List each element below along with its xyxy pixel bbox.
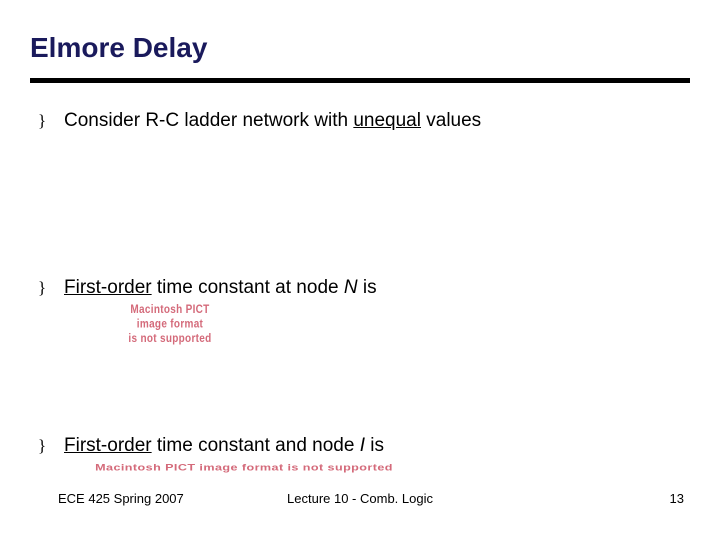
missing-pict-placeholder: Macintosh PICT image format is not suppo…: [90, 463, 398, 473]
pict-line: Macintosh PICT: [90, 303, 250, 317]
text-italic: N: [344, 277, 358, 298]
bullet-text: First-order time constant at node N is: [64, 277, 377, 299]
page-title: Elmore Delay: [30, 32, 207, 64]
pict-line: is not supported: [90, 332, 250, 346]
text-underlined: unequal: [353, 110, 421, 131]
bullet-marker-icon: }: [38, 278, 64, 298]
pict-line: image format: [90, 318, 250, 332]
bullet-marker-icon: }: [38, 111, 64, 131]
footer-page-number: 13: [670, 491, 684, 506]
bullet-item: } First-order time constant at node N is: [38, 277, 678, 299]
title-rule: [30, 78, 690, 83]
bullet-list: } Consider R-C ladder network with unequ…: [38, 110, 678, 473]
text-underlined: First-order: [64, 435, 152, 456]
bullet-item: } Consider R-C ladder network with unequ…: [38, 110, 678, 132]
bullet-item: } First-order time constant and node I i…: [38, 435, 678, 457]
text-run: is: [358, 277, 377, 298]
text-run: values: [421, 110, 481, 131]
bullet-marker-icon: }: [38, 436, 64, 456]
bullet-text: First-order time constant and node I is: [64, 435, 384, 457]
footer-center: Lecture 10 - Comb. Logic: [0, 491, 720, 506]
text-run: is: [365, 435, 384, 456]
text-run: time constant at node: [152, 277, 344, 298]
slide: Elmore Delay } Consider R-C ladder netwo…: [0, 0, 720, 540]
missing-pict-placeholder: Macintosh PICT image format is not suppo…: [90, 303, 250, 346]
text-run: Consider R-C ladder network with: [64, 110, 353, 131]
text-run: time constant and node: [152, 435, 360, 456]
bullet-text: Consider R-C ladder network with unequal…: [64, 110, 481, 132]
text-underlined: First-order: [64, 277, 152, 298]
